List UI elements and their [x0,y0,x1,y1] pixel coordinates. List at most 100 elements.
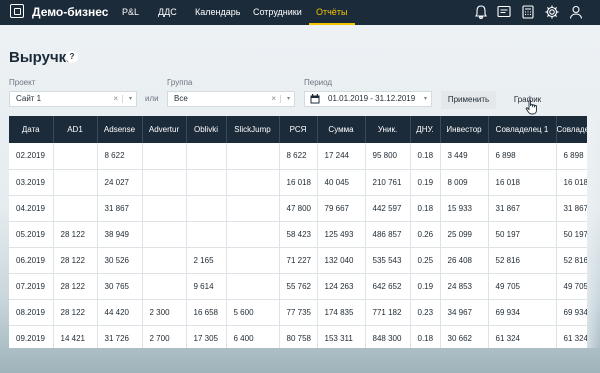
table-row: 02.2019 8 622 8 622 17 244 95 800 0.18 3 449 6 … [9,143,587,170]
table-cell: 49 705 [488,273,557,300]
column-header[interactable]: Adsense [97,116,143,143]
table-cell [53,143,98,170]
logo-icon[interactable] [10,4,24,18]
group-select[interactable]: Все × ▾ [167,91,295,107]
scroll-fade [587,116,600,348]
table-cell [186,143,227,170]
table-cell: 15 933 [440,195,489,222]
table-cell: 0.26 [410,221,441,248]
message-icon[interactable] [496,4,512,20]
table-cell: 04.2019 [9,195,54,222]
table-cell: 44 420 [97,299,143,326]
table-cell: 0.18 [410,325,441,348]
nav-item-reports[interactable]: Отчёты [316,7,347,17]
table-cell: 09.2019 [9,325,54,348]
table-cell: 38 949 [97,221,143,248]
help-icon[interactable]: ? [66,51,78,63]
table-cell: 34 967 [440,299,489,326]
column-header[interactable]: Дата [9,116,54,143]
table-cell: 3 449 [440,143,489,170]
nav-item-dds[interactable]: ДДС [158,7,177,17]
table-cell [186,195,227,222]
nav-item-employees[interactable]: Сотрудники [253,7,302,17]
column-header[interactable]: РСЯ [279,116,318,143]
table-cell: 06.2019 [9,247,54,274]
table-cell [142,143,187,170]
clear-icon[interactable]: × [271,92,276,106]
table-cell: 2 300 [142,299,187,326]
table-cell: 31 867 [97,195,143,222]
table-cell: 486 857 [365,221,411,248]
column-header[interactable]: Сумма [317,116,366,143]
table-cell: 0.25 [410,247,441,274]
calendar-icon [310,94,320,109]
nav-item-calendar[interactable]: Календарь [195,7,240,17]
column-header[interactable]: Advertur [142,116,187,143]
table-cell: 2 700 [142,325,187,348]
calculator-icon[interactable] [520,4,536,20]
column-header[interactable]: Инвестор [440,116,489,143]
table-cell: 69 934 [556,299,587,326]
column-header[interactable]: Совладелец 1 [488,116,557,143]
chevron-down-icon[interactable]: ▾ [129,92,132,106]
table-cell: 8 622 [97,143,143,170]
table-cell: 24 853 [440,273,489,300]
table-cell: 77 735 [279,299,318,326]
column-header[interactable]: Уник. [365,116,411,143]
project-value: Сайт 1 [16,94,42,103]
table-row: 04.2019 31 867 47 800 79 667 442 597 0.18 15 9… [9,195,587,222]
hand-cursor-icon [525,99,539,115]
table-cell: 31 867 [556,195,587,222]
table-cell: 69 934 [488,299,557,326]
table-cell: 95 800 [365,143,411,170]
period-label: Период [304,78,333,87]
gear-icon[interactable] [544,4,560,20]
table-cell: 58 423 [279,221,318,248]
column-header[interactable]: Oblivki [186,116,227,143]
user-icon[interactable] [568,4,584,20]
table-cell [226,195,280,222]
table-cell: 9 614 [186,273,227,300]
table-cell: 02.2019 [9,143,54,170]
table-cell [226,273,280,300]
column-header[interactable]: AD1 [53,116,98,143]
table-cell [226,221,280,248]
table-cell [142,169,187,196]
table-cell: 14 421 [53,325,98,348]
nav-item-pnl[interactable]: P&L [122,7,139,17]
table-cell: 30 526 [97,247,143,274]
table-cell: 16 018 [488,169,557,196]
column-header[interactable]: Совладелец 2 [556,116,587,143]
table-cell: 771 182 [365,299,411,326]
bell-icon[interactable] [473,4,489,20]
column-header[interactable]: SlickJump [226,116,280,143]
app-title[interactable]: Демо-бизнес [32,5,108,19]
table-cell: 71 227 [279,247,318,274]
table-cell [142,273,187,300]
table-cell: 16 658 [186,299,227,326]
table-cell: 28 122 [53,221,98,248]
table-row: 06.2019 28 122 30 526 2 165 71 227 132 040 535… [9,247,587,274]
active-tab-indicator [309,23,355,25]
period-picker[interactable]: 01.01.2019 - 31.12.2019 ▾ [304,91,432,107]
apply-button[interactable]: Применить [441,91,496,109]
table-cell: 28 122 [53,273,98,300]
table-cell [142,221,187,248]
chevron-down-icon[interactable]: ▾ [424,92,427,106]
clear-icon[interactable]: × [113,92,118,106]
table-cell [186,221,227,248]
table-cell: 124 263 [317,273,366,300]
table-cell: 28 122 [53,299,98,326]
table-cell: 52 816 [488,247,557,274]
column-header[interactable]: ДНУ. [410,116,441,143]
revenue-table: Дата AD1 Adsense Advertur Oblivki SlickJump РС… [9,116,587,348]
table-cell: 6 400 [226,325,280,348]
project-select[interactable]: Сайт 1 × ▾ [9,91,137,107]
or-label: или [145,94,159,103]
table-cell: 0.19 [410,273,441,300]
chevron-down-icon[interactable]: ▾ [287,92,290,106]
table-row: 05.2019 28 122 38 949 58 423 125 493 486 857 0… [9,221,587,248]
table-cell: 16 018 [279,169,318,196]
table-row: 07.2019 28 122 30 765 9 614 55 762 124 263 642… [9,273,587,300]
table-cell: 0.18 [410,195,441,222]
